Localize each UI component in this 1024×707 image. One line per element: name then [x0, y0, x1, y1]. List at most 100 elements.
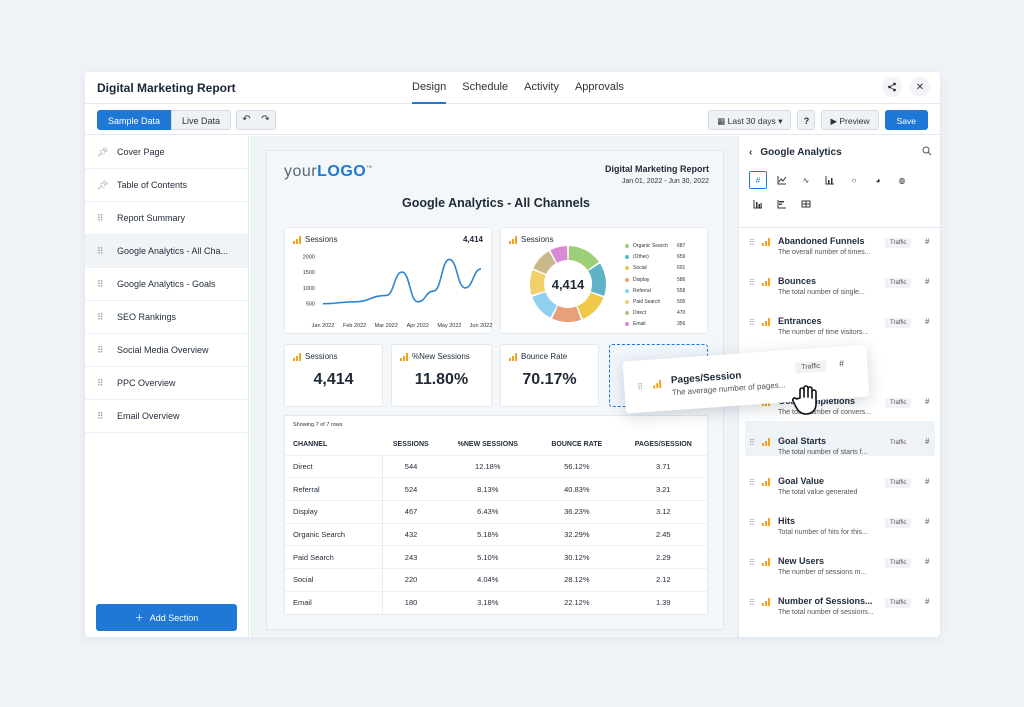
kpi-card-new-sessions[interactable]: %New Sessions 11.80%: [391, 344, 492, 407]
drag-handle-icon[interactable]: ⠿: [97, 279, 117, 290]
table-cell: 432: [382, 522, 440, 546]
legend-label: (Other): [633, 254, 649, 261]
search-icon[interactable]: [922, 146, 932, 159]
sidebar-item-report-summary[interactable]: ⠿ Report Summary: [85, 202, 248, 235]
table-cell: 220: [382, 567, 440, 592]
table-cell: 3.12: [617, 499, 709, 524]
y-tick-label: 1000: [303, 286, 315, 292]
number-icon[interactable]: #: [749, 171, 767, 189]
tab-activity[interactable]: Activity: [524, 72, 559, 104]
metric-item[interactable]: ⠿ Goal Starts The total number of starts f…: [749, 433, 935, 469]
share-icon[interactable]: [882, 77, 902, 97]
sidebar-item-google-analytics-goals[interactable]: ⠿ Google Analytics - Goals: [85, 268, 248, 301]
drag-handle-icon[interactable]: ⠿: [749, 598, 755, 607]
column-header[interactable]: %NEW SESSIONS: [439, 435, 536, 455]
sample-data-button[interactable]: Sample Data: [97, 110, 172, 130]
bar-chart-icon[interactable]: [821, 171, 839, 189]
kpi-card-sessions[interactable]: Sessions 4,414: [284, 344, 383, 407]
table-icon[interactable]: [797, 195, 815, 213]
legend-value: 659: [677, 254, 686, 261]
panel-header: ‹ Google Analytics: [749, 147, 842, 158]
metric-item[interactable]: ⠿ Entrances The number of time visitors...…: [749, 313, 935, 349]
legend-swatch: [625, 255, 629, 260]
drag-handle-icon[interactable]: ⠿: [749, 558, 755, 567]
tab-design[interactable]: Design: [412, 72, 447, 104]
sessions-donut-card[interactable]: Sessions 4,414 Organic Search 687 (Other) 6…: [500, 227, 708, 334]
metric-name: Bounces: [778, 276, 817, 286]
table-cell: 2.45: [617, 522, 709, 546]
x-tick-label: Jan 2022: [312, 323, 335, 329]
drag-handle-icon[interactable]: ⠿: [749, 238, 755, 247]
donut-slice[interactable]: [533, 251, 556, 275]
x-tick-label: Feb 2022: [343, 323, 366, 329]
date-range-select[interactable]: ▦ Last 30 days ▾: [708, 110, 792, 130]
back-chevron-icon[interactable]: ‹: [749, 147, 752, 158]
pie-icon[interactable]: ◕: [869, 171, 887, 189]
kpi-card-bounce-rate[interactable]: Bounce Rate 70.17%: [500, 344, 599, 407]
globe-icon[interactable]: ◍: [893, 171, 911, 189]
drag-handle-icon[interactable]: ⠿: [749, 438, 755, 447]
tab-bar: Design Schedule Activity Approvals: [412, 72, 624, 104]
sessions-line-chart-card[interactable]: Sessions 4,414 500 1000 1500 2000 Jan 2022 Fe…: [284, 227, 492, 334]
drag-handle-icon[interactable]: ⠿: [97, 246, 117, 257]
drag-handle-icon[interactable]: ⠿: [97, 411, 117, 422]
tab-approvals[interactable]: Approvals: [575, 72, 624, 104]
sidebar-item-cover-page[interactable]: 📌︎ Cover Page: [85, 136, 248, 169]
redo-icon[interactable]: ↷: [256, 111, 275, 129]
metric-item[interactable]: ⠿ New Users The number of sessions m... Tra…: [749, 553, 935, 589]
help-button[interactable]: ?: [797, 110, 816, 130]
donut-slice[interactable]: [552, 305, 582, 322]
column-header[interactable]: SESSIONS: [382, 435, 439, 455]
drag-handle-icon[interactable]: ⠿: [97, 213, 117, 224]
sidebar-item-seo-rankings[interactable]: ⠿ SEO Rankings: [85, 301, 248, 334]
horizontal-bar-icon[interactable]: [773, 195, 791, 213]
metric-item[interactable]: ⠿ Goal Value The total value generated Traf…: [749, 473, 935, 509]
column-header[interactable]: PAGES/SESSION: [618, 435, 709, 455]
legend-value: 505: [677, 299, 686, 305]
donut-slice[interactable]: [588, 263, 607, 296]
save-button[interactable]: Save: [884, 110, 928, 130]
legend-label: Organic Search: [633, 243, 668, 249]
sidebar-item-ppc-overview[interactable]: ⠿ PPC Overview: [85, 367, 248, 400]
drag-handle-icon[interactable]: ⠿: [97, 378, 117, 389]
metric-name: Entrances: [778, 316, 822, 326]
sidebar-item-google-analytics-all-channels[interactable]: ⠿ Google Analytics - All Cha...: [85, 235, 248, 268]
sidebar-item-social-media-overview[interactable]: ⠿ Social Media Overview: [85, 334, 248, 367]
close-icon[interactable]: ✕: [910, 77, 930, 97]
donut-slice[interactable]: [532, 292, 557, 318]
number-icon: #: [925, 437, 930, 446]
drag-handle-icon[interactable]: ⠿: [749, 318, 755, 327]
metric-item[interactable]: ⠿ Hits Total number of hits for this... Tra…: [749, 513, 935, 549]
live-data-button[interactable]: Live Data: [171, 110, 232, 130]
add-section-button[interactable]: ＋ Add Section: [96, 604, 237, 631]
donut-slice[interactable]: [568, 246, 599, 271]
column-header[interactable]: CHANNEL: [285, 435, 382, 455]
drag-handle-icon[interactable]: ⠿: [97, 345, 117, 356]
channels-table-card[interactable]: Showing 7 of 7 rows CHANNEL SESSIONS %NE…: [284, 415, 709, 615]
sidebar-item-email-overview[interactable]: ⠿ Email Overview: [85, 400, 248, 433]
legend-item: (Other) 659: [625, 254, 685, 261]
sidebar-item-table-of-contents[interactable]: 📌︎ Table of Contents: [85, 169, 248, 202]
drag-handle-icon[interactable]: ⠿: [749, 278, 755, 287]
table-cell: Referral: [285, 477, 383, 501]
drag-handle-icon[interactable]: ⠿: [749, 478, 755, 487]
drag-handle-icon[interactable]: ⠿: [97, 312, 117, 323]
metric-item[interactable]: ⠿ Bounces The total number of single... Tra…: [749, 273, 935, 309]
table-cell: 6.43%: [439, 499, 537, 524]
drag-handle-icon[interactable]: ⠿: [749, 518, 755, 527]
preview-button[interactable]: ▶ Preview: [821, 110, 879, 130]
metric-item[interactable]: ⠿ Abandoned Funnels The overall number of …: [749, 233, 935, 269]
donut-slice[interactable]: [530, 270, 546, 296]
column-header[interactable]: BOUNCE RATE: [536, 435, 617, 455]
drag-handle-icon[interactable]: ⠿: [637, 382, 643, 391]
metric-item[interactable]: ⠿ Number of Sessions... The total number o…: [749, 593, 935, 629]
table-cell: 3.71: [617, 454, 709, 478]
donut-icon[interactable]: ○: [845, 171, 863, 189]
line-chart-icon[interactable]: [773, 171, 791, 189]
undo-icon[interactable]: ↶: [237, 111, 256, 129]
sparkline-icon[interactable]: ∿: [797, 171, 815, 189]
tab-schedule[interactable]: Schedule: [462, 72, 508, 104]
column-chart-icon[interactable]: [749, 195, 767, 213]
sidebar-item-label: Email Overview: [117, 411, 180, 421]
donut-slice[interactable]: [577, 292, 604, 319]
